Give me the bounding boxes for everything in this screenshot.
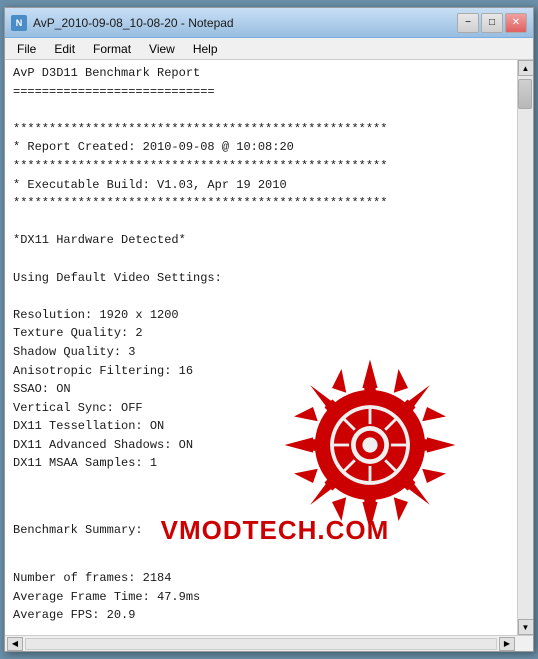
text-editor[interactable]: AvP D3D11 Benchmark Report =============… [5, 60, 517, 635]
content-area: AvP D3D11 Benchmark Report =============… [5, 60, 533, 651]
line-blank3 [13, 250, 495, 269]
line-1: AvP D3D11 Benchmark Report [13, 64, 495, 83]
menu-format[interactable]: Format [85, 40, 139, 58]
scroll-thumb[interactable] [518, 79, 532, 109]
line-frametime: Average Frame Time: 47.9ms [13, 588, 495, 607]
line-stars1: ****************************************… [13, 120, 495, 139]
line-stars2: ****************************************… [13, 157, 495, 176]
line-texture: Texture Quality: 2 [13, 324, 495, 343]
scroll-right-button[interactable]: ▶ [499, 637, 515, 651]
menu-view[interactable]: View [141, 40, 183, 58]
line-blank4 [13, 287, 495, 306]
line-blank1 [13, 101, 495, 120]
line-blank2 [13, 213, 495, 232]
scroll-up-button[interactable]: ▲ [518, 60, 534, 76]
scrollbar-corner [515, 636, 531, 652]
line-dx11: *DX11 Hardware Detected* [13, 231, 495, 250]
hscroll-track[interactable] [25, 638, 497, 650]
minimize-button[interactable]: − [457, 13, 479, 33]
line-fps: Average FPS: 20.9 [13, 606, 495, 625]
scroll-down-button[interactable]: ▼ [518, 619, 534, 635]
line-blank7 [13, 625, 495, 635]
title-bar: N AvP_2010-09-08_10-08-20 - Notepad − □ … [5, 8, 533, 38]
menu-edit[interactable]: Edit [46, 40, 83, 58]
menu-bar: File Edit Format View Help [5, 38, 533, 60]
scroll-left-button[interactable]: ◀ [7, 637, 23, 651]
line-2: ============================ [13, 83, 495, 102]
window-title: AvP_2010-09-08_10-08-20 - Notepad [33, 16, 457, 30]
line-frames: Number of frames: 2184 [13, 569, 495, 588]
benchmark-section: Benchmark Summary: VMODTECH.COM [13, 510, 495, 550]
line-resolution: Resolution: 1920 x 1200 [13, 306, 495, 325]
line-video: Using Default Video Settings: [13, 269, 495, 288]
window-controls: − □ ✕ [457, 13, 527, 33]
menu-file[interactable]: File [9, 40, 44, 58]
logo-container [275, 350, 465, 540]
line-blank6 [13, 551, 495, 570]
vertical-scrollbar[interactable]: ▲ ▼ [517, 60, 533, 635]
line-exe: * Executable Build: V1.03, Apr 19 2010 [13, 176, 495, 195]
line-created: * Report Created: 2010-09-08 @ 10:08:20 [13, 138, 495, 157]
scroll-track[interactable] [518, 76, 533, 619]
close-button[interactable]: ✕ [505, 13, 527, 33]
app-icon: N [11, 15, 27, 31]
menu-help[interactable]: Help [185, 40, 226, 58]
vmodtech-logo [275, 350, 465, 540]
notepad-window: N AvP_2010-09-08_10-08-20 - Notepad − □ … [4, 7, 534, 652]
restore-button[interactable]: □ [481, 13, 503, 33]
line-stars3: ****************************************… [13, 194, 495, 213]
horizontal-scrollbar[interactable]: ◀ ▶ [5, 635, 533, 651]
